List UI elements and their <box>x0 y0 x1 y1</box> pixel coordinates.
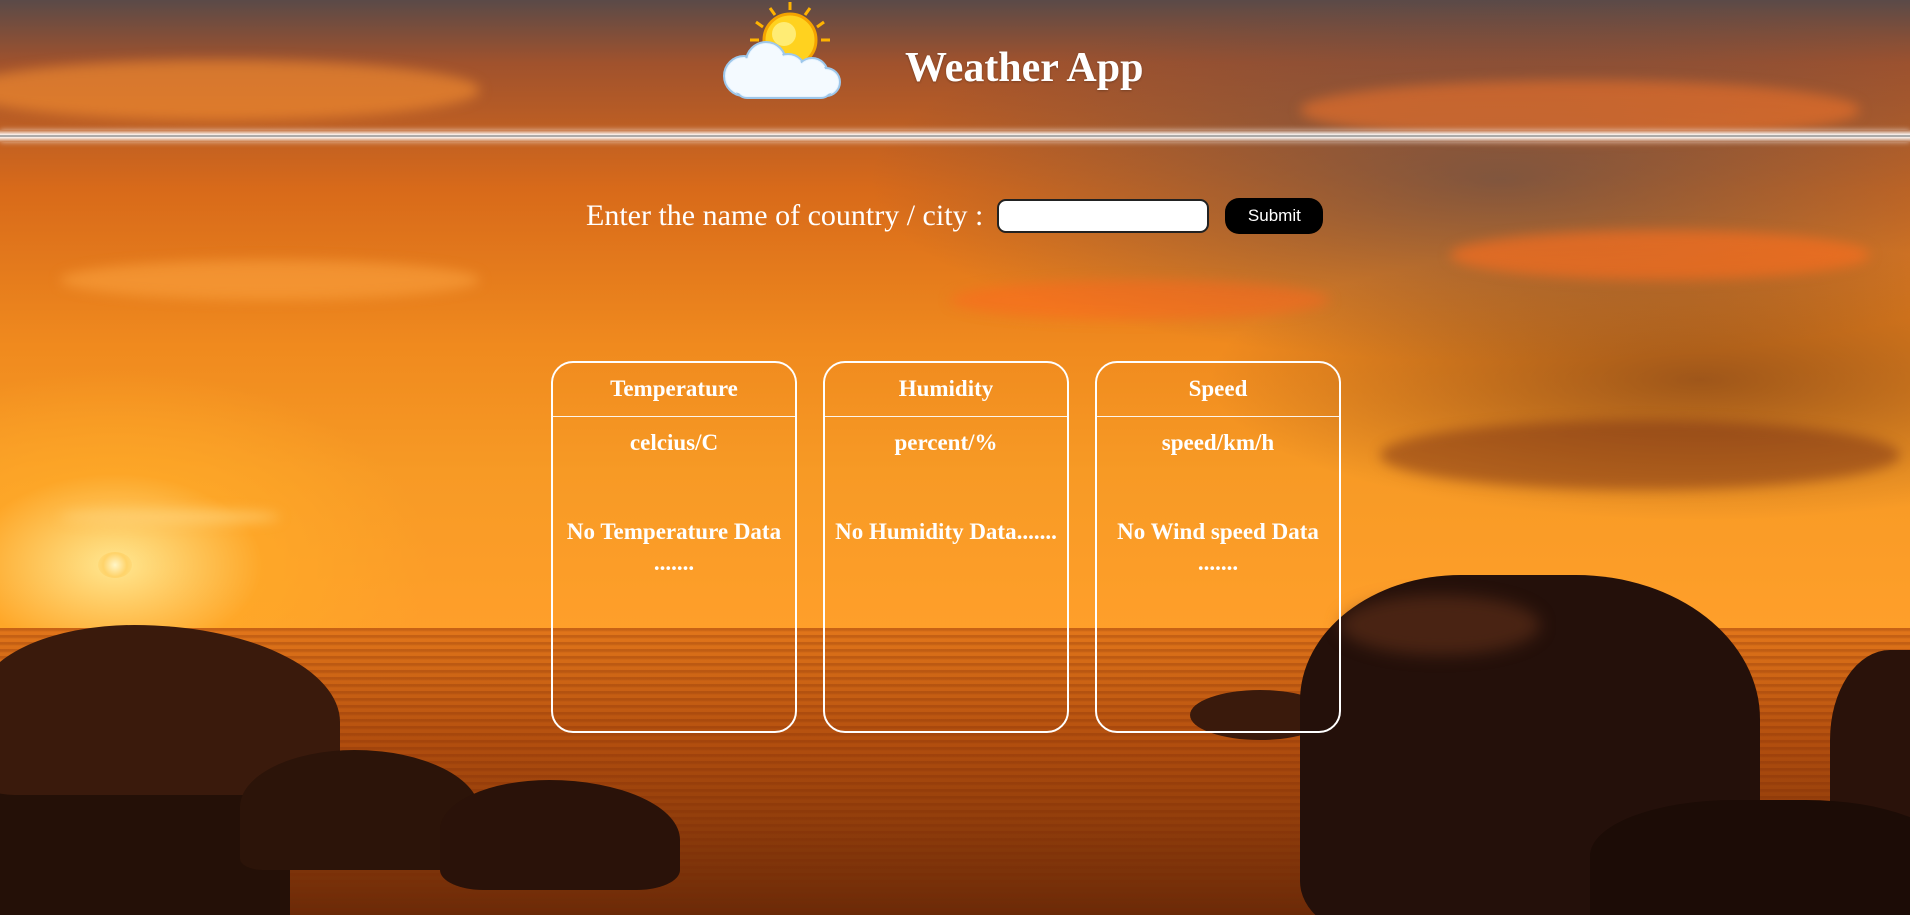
cloud <box>60 260 480 300</box>
setting-sun <box>98 552 132 578</box>
temperature-card: Temperature celcius/C No Temperature Dat… <box>551 361 797 733</box>
city-search-input[interactable] <box>997 199 1210 233</box>
cloud <box>60 510 280 524</box>
card-unit: celcius/C <box>629 430 719 455</box>
card-unit: percent/% <box>894 430 998 455</box>
rock <box>1590 800 1910 915</box>
cloud <box>1380 420 1900 490</box>
search-label: Enter the name of country / city : <box>586 199 984 232</box>
header-divider <box>0 130 1910 142</box>
app-title: Weather App <box>905 45 1144 91</box>
search-form: Enter the name of country / city : Submi… <box>586 196 1324 236</box>
cloud <box>1450 230 1870 280</box>
card-title: Temperature <box>553 363 795 417</box>
speed-card: Speed speed/km/h No Wind speed Data ....… <box>1095 361 1341 733</box>
card-title: Humidity <box>825 363 1067 417</box>
humidity-card: Humidity percent/% No Humidity Data.....… <box>823 361 1069 733</box>
cloud <box>950 280 1330 320</box>
weather-cards: Temperature celcius/C No Temperature Dat… <box>551 361 1341 733</box>
submit-button[interactable]: Submit <box>1225 198 1324 234</box>
card-value: No Humidity Data....... <box>835 519 1057 544</box>
card-value: No Temperature Data ....... <box>566 519 782 575</box>
sun-behind-cloud-icon <box>723 2 841 99</box>
card-title: Speed <box>1097 363 1339 417</box>
card-value: No Wind speed Data ....... <box>1117 519 1319 575</box>
app-header: Weather App <box>0 0 1910 142</box>
card-unit: speed/km/h <box>1161 430 1275 455</box>
